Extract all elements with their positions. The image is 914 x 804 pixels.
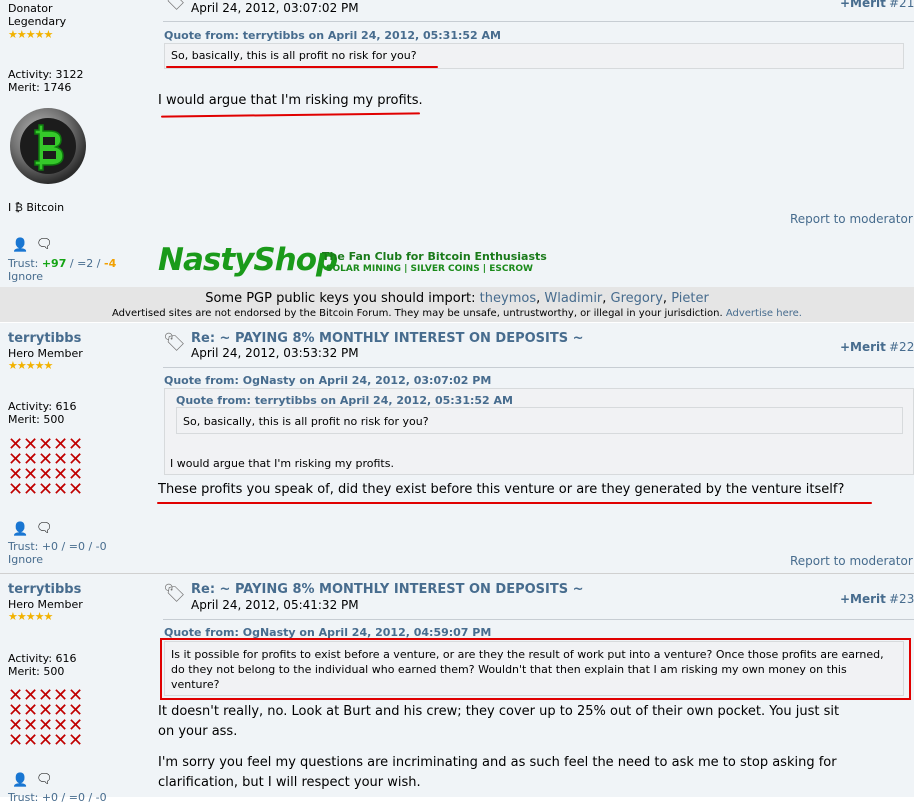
advertise-link[interactable]: Advertise here. [726, 308, 802, 319]
divider [163, 619, 914, 620]
user-rank: Donator [8, 2, 53, 15]
quote-block: Quote from: terrytibbs on April 24, 2012… [164, 388, 914, 475]
report-link[interactable]: Report to moderator [790, 554, 913, 568]
activity-count: Activity: 3122 [8, 68, 84, 81]
merit-button[interactable]: +Merit [840, 592, 886, 606]
poster-panel: terrytibbs Hero Member ★★★★★ Activity: 6… [0, 574, 155, 804]
post-date: April 24, 2012, 03:53:32 PM [191, 346, 359, 360]
username-link[interactable]: terrytibbs [8, 331, 81, 346]
merit-count: Merit: 500 [8, 413, 65, 426]
nested-quote-block: So, basically, this is all profit no ris… [176, 407, 903, 434]
post-subject[interactable]: Re: ~ PAYING 8% MONTHLY INTEREST ON DEPO… [191, 331, 584, 346]
quote-text: I would argue that I'm risking my profit… [170, 457, 394, 470]
user-icon[interactable]: 👤 [12, 773, 28, 788]
highlight-box [160, 638, 911, 700]
post-subject[interactable]: Re: ~ PAYING 8% MONTHLY INTEREST ON DEPO… [191, 582, 584, 597]
trust-score[interactable]: Trust: +97 / =2 / -4 [8, 257, 116, 270]
highlight-underline [157, 502, 872, 504]
poster-panel: Donator Legendary ★★★★★ Activity: 3122 M… [0, 0, 155, 287]
post-text: I'm sorry you feel my questions are incr… [158, 755, 837, 790]
pgp-key-wladimir[interactable]: Wladimir [544, 291, 602, 306]
pgp-line: Some PGP public keys you should import: … [205, 291, 709, 306]
ad-panel: NastyShop The Fan Club for Bitcoin Enthu… [155, 232, 914, 287]
activity-count: Activity: 616 [8, 400, 77, 413]
highlight-underline [166, 66, 438, 68]
signature-text: I ₿ Bitcoin [8, 201, 65, 214]
post-text: These profits you speak of, did they exi… [158, 482, 845, 497]
pgp-key-pieter[interactable]: Pieter [671, 291, 709, 306]
post-number[interactable]: #21 [889, 0, 914, 10]
message-icon[interactable]: 🗨 [36, 521, 53, 536]
post-icon: 🏷 [163, 0, 186, 12]
ad-disclaimer: Advertised sites are not endorsed by the… [112, 308, 802, 319]
pgp-key-theymos[interactable]: theymos [480, 291, 536, 306]
trust-score[interactable]: Trust: +0 / =0 / -0 [8, 791, 107, 804]
quote-text: So, basically, this is all profit no ris… [183, 415, 429, 428]
username-link[interactable]: terrytibbs [8, 582, 81, 597]
nastyshop-logo[interactable]: NastyShop [158, 242, 338, 278]
ignore-link[interactable]: Ignore [8, 553, 43, 566]
activity-count: Activity: 616 [8, 652, 77, 665]
post-text: I would argue that I'm risking my profit… [158, 93, 423, 108]
rank-stars: ★★★★★ [8, 28, 53, 41]
trust-x-grid: ✕ ✕ ✕ ✕ ✕ ✕ ✕ ✕ ✕ ✕ ✕ ✕ ✕ ✕ ✕ ✕ ✕ ✕ ✕ ✕ [8, 434, 84, 500]
quote-text: So, basically, this is all profit no ris… [171, 49, 417, 62]
post-icon: 🏷 [163, 332, 186, 353]
post-text: It doesn't really, no. Look at Burt and … [158, 704, 840, 739]
poster-panel: terrytibbs Hero Member ★★★★★ Activity: 6… [0, 323, 155, 573]
post-number[interactable]: #22 [889, 340, 914, 354]
post-date: April 24, 2012, 05:41:32 PM [191, 598, 359, 612]
rank-stars: ★★★★★ [8, 610, 53, 623]
merit-count: Merit: 500 [8, 665, 65, 678]
quote-header[interactable]: Quote from: terrytibbs on April 24, 2012… [164, 29, 501, 42]
user-rank: Legendary [8, 15, 67, 28]
ad-tags[interactable]: SOLAR MINING | SILVER COINS | ESCROW [326, 264, 533, 274]
rank-stars: ★★★★★ [8, 359, 53, 372]
divider [163, 21, 914, 22]
message-icon[interactable]: 🗨 [36, 237, 53, 252]
pgp-bar: Some PGP public keys you should import: … [0, 287, 914, 322]
user-icon[interactable]: 👤 [12, 238, 28, 253]
ignore-link[interactable]: Ignore [8, 270, 43, 283]
report-link[interactable]: Report to moderator [790, 212, 913, 226]
merit-count: Merit: 1746 [8, 81, 72, 94]
divider [163, 367, 914, 368]
trust-score[interactable]: Trust: +0 / =0 / -0 [8, 540, 107, 553]
post-content: 🏷 Re: ~ PAYING 8% MONTHLY INTEREST ON DE… [155, 323, 914, 573]
merit-button[interactable]: +Merit [840, 340, 886, 354]
quote-header[interactable]: Quote from: OgNasty on April 24, 2012, 0… [164, 374, 491, 387]
trust-x-grid: ✕ ✕ ✕ ✕ ✕ ✕ ✕ ✕ ✕ ✕ ✕ ✕ ✕ ✕ ✕ ✕ ✕ ✕ ✕ ✕ [8, 685, 84, 751]
avatar[interactable] [9, 107, 87, 185]
user-icon[interactable]: 👤 [12, 522, 28, 537]
ad-tagline[interactable]: The Fan Club for Bitcoin Enthusiasts [322, 250, 547, 263]
pgp-key-gregory[interactable]: Gregory [611, 291, 663, 306]
post-date: April 24, 2012, 03:07:02 PM [191, 1, 359, 15]
nested-quote-header[interactable]: Quote from: terrytibbs on April 24, 2012… [176, 393, 513, 408]
merit-button[interactable]: +Merit [840, 0, 886, 10]
message-icon[interactable]: 🗨 [36, 772, 53, 787]
post-number[interactable]: #23 [889, 592, 914, 606]
post-icon: 🏷 [163, 583, 186, 604]
